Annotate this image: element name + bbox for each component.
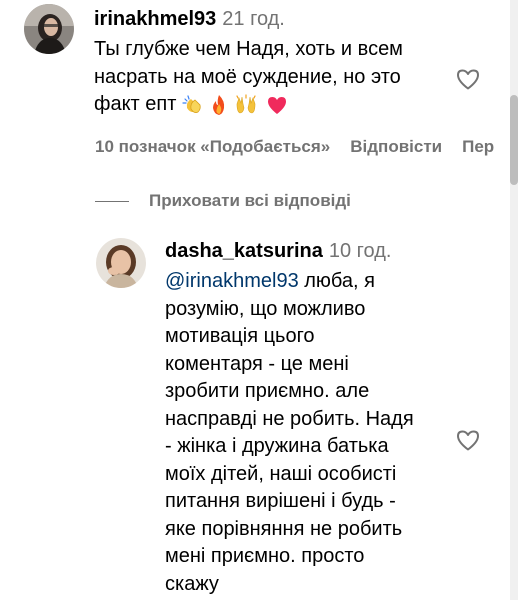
- comment-line: розумію, що можливо: [165, 297, 366, 320]
- username[interactable]: irinakhmel93: [94, 8, 216, 30]
- divider-line: [95, 200, 129, 202]
- comment-line: коментаря - це мені: [165, 352, 349, 375]
- comment-line: насрать на моё суждение, но это: [94, 65, 401, 88]
- scrollbar-thumb[interactable]: [510, 95, 518, 185]
- raising-hands-emoji: [234, 94, 258, 116]
- comments-panel: irinakhmel93 21 год. Ты глубже чем Надя, …: [0, 0, 518, 600]
- comment-line-text: люба, я: [298, 270, 375, 292]
- mention-link[interactable]: @irinakhmel93: [165, 270, 299, 292]
- comment-line: питання вирішені і будь -: [165, 490, 396, 512]
- comment-text: @irinakhmel93 люба, я розумію, що можлив…: [165, 268, 455, 598]
- comment-line: зробити приємно. але: [165, 380, 370, 402]
- comment-line: @irinakhmel93 люба, я: [165, 268, 455, 296]
- comment-line: факт епт: [94, 91, 454, 119]
- clapping-hands-emoji: [182, 94, 204, 116]
- likes-count[interactable]: 10 позначок «Подобається»: [95, 137, 330, 156]
- heart-emoji: [266, 95, 288, 115]
- reply-button[interactable]: Відповісти: [350, 137, 442, 156]
- comment-line: скажу: [165, 572, 219, 595]
- comment-line: насправді не робить. Надя: [165, 407, 414, 430]
- like-heart-icon[interactable]: [455, 67, 481, 91]
- avatar[interactable]: [96, 238, 146, 288]
- avatar[interactable]: [24, 4, 74, 54]
- hide-replies-button[interactable]: Приховати всі відповіді: [95, 186, 351, 216]
- comment-header: dasha_katsurina 10 год.: [165, 238, 391, 265]
- comment-actions: 10 позначок «Подобається» Відповісти Пер: [95, 136, 514, 158]
- timestamp[interactable]: 21 год.: [222, 8, 285, 30]
- scrollbar[interactable]: [510, 0, 518, 600]
- comment-line: - жінка і дружина батька: [165, 435, 389, 457]
- comment-line: мотивація цього: [165, 325, 315, 347]
- comment-text: Ты глубже чем Надя, хоть и всем насрать …: [94, 36, 454, 119]
- comment-header: irinakhmel93 21 год.: [94, 6, 285, 33]
- comment-line: Ты глубже чем Надя, хоть и всем: [94, 38, 403, 60]
- fire-emoji: [209, 94, 229, 116]
- timestamp[interactable]: 10 год.: [329, 240, 392, 262]
- comment-line: моїх дітей, наші особисті: [165, 462, 397, 485]
- like-heart-icon[interactable]: [455, 428, 481, 452]
- more-button[interactable]: Пер: [462, 137, 494, 156]
- hide-replies-label: Приховати всі відповіді: [149, 191, 351, 210]
- comment-line: яке порівняння не робить: [165, 517, 403, 540]
- comment-line: мені приємно. просто: [165, 545, 365, 567]
- username[interactable]: dasha_katsurina: [165, 240, 323, 262]
- comment-line-text: факт епт: [94, 93, 177, 115]
